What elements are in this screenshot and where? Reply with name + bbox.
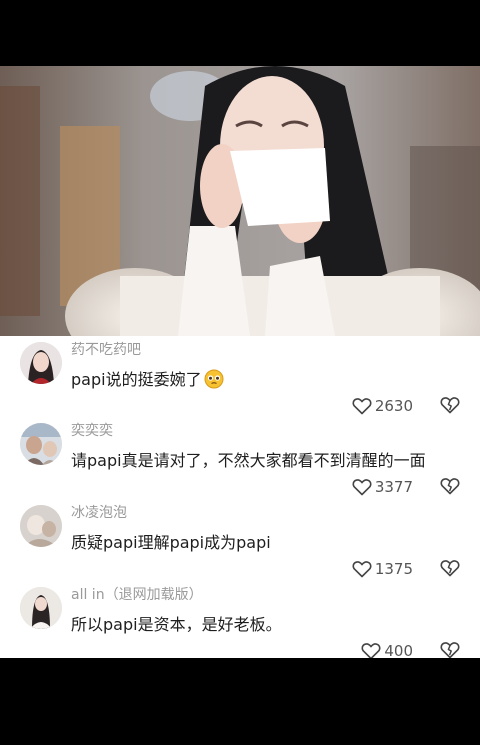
heart-icon xyxy=(352,398,372,415)
screen: 药不吃药吧 papi说的挺委婉了 2630 奕奕奕 请papi真是请对了，不然大… xyxy=(0,0,480,745)
like-count: 3377 xyxy=(374,478,413,496)
video-image xyxy=(0,66,480,336)
video-frame[interactable] xyxy=(0,66,480,336)
avatar[interactable] xyxy=(20,587,62,629)
bottom-letterbox xyxy=(0,658,480,745)
like-count: 2630 xyxy=(374,397,413,415)
avatar[interactable] xyxy=(20,505,62,547)
comment-text: 质疑papi理解papi成为papi xyxy=(71,533,271,552)
avatar[interactable] xyxy=(20,342,62,384)
comment-text: papi说的挺委婉了 xyxy=(71,366,224,390)
heart-icon xyxy=(352,479,372,496)
comments-panel: 药不吃药吧 papi说的挺委婉了 2630 奕奕奕 请papi真是请对了，不然大… xyxy=(0,336,480,660)
comment-item: 药不吃药吧 papi说的挺委婉了 2630 xyxy=(0,336,480,418)
comment-username[interactable]: 药不吃药吧 xyxy=(71,339,141,359)
comment-username[interactable]: 奕奕奕 xyxy=(71,420,113,440)
like-button[interactable]: 1375 xyxy=(352,559,413,579)
like-button[interactable]: 3377 xyxy=(352,477,413,497)
comment-text: 所以papi是资本，是好老板。 xyxy=(71,615,282,634)
comment-text-body: papi说的挺委婉了 xyxy=(71,370,202,389)
comment-item: 奕奕奕 请papi真是请对了，不然大家都看不到清醒的一面 3377 xyxy=(0,417,480,499)
broken-heart-icon[interactable] xyxy=(440,396,460,414)
broken-heart-icon[interactable] xyxy=(440,641,460,659)
like-button[interactable]: 2630 xyxy=(352,396,413,416)
comment-text: 请papi真是请对了，不然大家都看不到清醒的一面 xyxy=(71,451,426,470)
comment-username[interactable]: 冰凌泡泡 xyxy=(71,502,127,522)
comment-item: all in（退网加载版） 所以papi是资本，是好老板。 400 xyxy=(0,581,480,663)
broken-heart-icon[interactable] xyxy=(440,559,460,577)
comment-username[interactable]: all in（退网加载版） xyxy=(71,584,203,604)
like-count: 1375 xyxy=(374,560,413,578)
comment-item: 冰凌泡泡 质疑papi理解papi成为papi 1375 xyxy=(0,499,480,581)
avatar[interactable] xyxy=(20,423,62,465)
pleading-face-icon xyxy=(204,369,224,389)
heart-icon xyxy=(352,561,372,578)
broken-heart-icon[interactable] xyxy=(440,477,460,495)
